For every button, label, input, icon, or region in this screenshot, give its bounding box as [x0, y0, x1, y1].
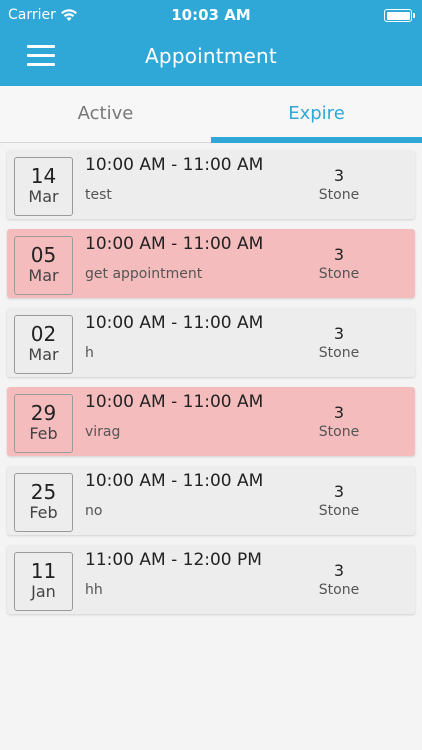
appointment-count: 3 [333, 245, 345, 264]
date-badge: 11 Jan [14, 552, 73, 611]
date-badge: 05 Mar [14, 236, 73, 295]
date-badge: 25 Feb [14, 473, 73, 532]
appointment-count: 3 [333, 166, 345, 185]
page-title: Appointment [145, 44, 277, 68]
date-day: 29 [30, 401, 57, 425]
appointment-unit: Stone [318, 582, 360, 598]
selected-tab-indicator [211, 137, 422, 143]
tab-active[interactable]: Active [0, 86, 211, 143]
date-month: Mar [28, 266, 59, 285]
appointment-unit: Stone [318, 503, 360, 519]
appointment-unit: Stone [318, 345, 360, 361]
date-badge: 02 Mar [14, 315, 73, 374]
top-bar: Carrier 10:03 AM Appointment [0, 0, 422, 86]
appointment-row[interactable]: 02 Mar 10:00 AM - 11:00 AM h 3 Stone [7, 308, 415, 377]
appointment-count: 3 [333, 324, 345, 343]
date-day: 14 [30, 164, 57, 188]
date-day: 05 [30, 243, 57, 267]
appointment-count: 3 [333, 561, 345, 580]
appointment-description: test [85, 187, 112, 203]
appointment-unit: Stone [318, 266, 360, 282]
appointment-row[interactable]: 29 Feb 10:00 AM - 11:00 AM virag 3 Stone [7, 387, 415, 456]
navigation-bar: Appointment [0, 30, 422, 86]
segment-tabs: Active Expire [0, 86, 422, 143]
appointment-description: no [85, 503, 103, 519]
status-bar: Carrier 10:03 AM [0, 0, 422, 30]
date-month: Jan [31, 582, 56, 601]
status-time: 10:03 AM [171, 6, 251, 24]
date-day: 25 [30, 480, 57, 504]
date-badge: 14 Mar [14, 157, 73, 216]
date-day: 02 [30, 322, 57, 346]
appointment-time: 10:00 AM - 11:00 AM [85, 392, 264, 412]
appointment-time: 10:00 AM - 11:00 AM [85, 313, 264, 333]
appointment-description: virag [85, 424, 121, 440]
date-month: Feb [29, 503, 58, 522]
date-month: Feb [29, 424, 58, 443]
date-badge: 29 Feb [14, 394, 73, 453]
appointment-time: 10:00 AM - 11:00 AM [85, 155, 264, 175]
date-month: Mar [28, 345, 59, 364]
appointment-unit: Stone [318, 424, 360, 440]
tab-expire[interactable]: Expire [211, 86, 422, 143]
appointment-description: hh [85, 582, 103, 598]
appointment-time: 10:00 AM - 11:00 AM [85, 471, 264, 491]
appointment-time: 10:00 AM - 11:00 AM [85, 234, 264, 254]
appointment-row[interactable]: 25 Feb 10:00 AM - 11:00 AM no 3 Stone [7, 466, 415, 535]
appointment-description: get appointment [85, 266, 203, 282]
date-day: 11 [30, 559, 57, 583]
appointment-row[interactable]: 11 Jan 11:00 AM - 12:00 PM hh 3 Stone [7, 545, 415, 614]
appointment-unit: Stone [318, 187, 360, 203]
date-month: Mar [28, 187, 59, 206]
appointment-count: 3 [333, 403, 345, 422]
battery-icon [384, 9, 415, 22]
appointment-count: 3 [333, 482, 345, 501]
appointment-time: 11:00 AM - 12:00 PM [85, 550, 262, 570]
appointment-description: h [85, 345, 94, 361]
appointment-row[interactable]: 14 Mar 10:00 AM - 11:00 AM test 3 Stone [7, 150, 415, 219]
appointment-row[interactable]: 05 Mar 10:00 AM - 11:00 AM get appointme… [7, 229, 415, 298]
